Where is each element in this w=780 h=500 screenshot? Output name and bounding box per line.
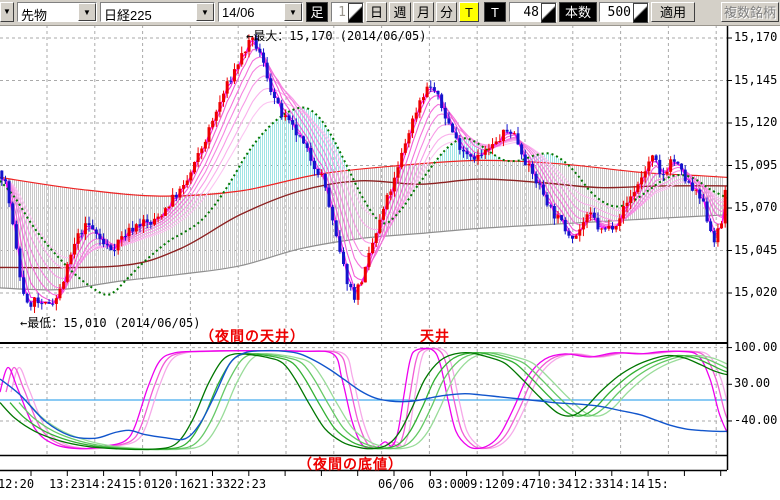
night-bottom-annotation: （夜間の底値） — [298, 454, 403, 474]
tick-count-label-button[interactable]: T — [484, 2, 506, 22]
bar-count-value: 500 — [600, 3, 633, 21]
ashi-label-button[interactable]: 足 — [306, 2, 328, 22]
min-price-annotation: ←最低：15,010 (2014/06/05) — [20, 314, 201, 331]
symbol-value: 日経225 — [101, 3, 196, 21]
contract-month-select[interactable]: 14/06 ▼ — [218, 2, 303, 22]
period-day-button[interactable]: 日 — [366, 2, 387, 22]
symbol-select[interactable]: 日経225 ▼ — [100, 2, 215, 22]
time-axis-label: 12:33 — [573, 477, 609, 491]
spinner-icon[interactable] — [633, 3, 648, 23]
contract-month-value: 14/06 — [219, 3, 284, 21]
chart-window: ▼ 先物 ▼ 日経225 ▼ 14/06 ▼ 足 1 日 週 月 分 T T 4… — [0, 0, 780, 500]
time-axis-label: 09:47 — [500, 477, 536, 491]
price-axis-label: 15,145 — [734, 73, 777, 87]
time-axis-label: 13:23 — [49, 477, 85, 491]
chevron-down-icon[interactable]: ▼ — [196, 3, 214, 21]
left-combo-arrow-button[interactable]: ▼ — [0, 2, 14, 22]
time-axis-label: 20:16 — [158, 477, 194, 491]
tick-count-stepper[interactable]: 48 — [509, 2, 557, 22]
time-axis-label: 15:01 — [122, 477, 158, 491]
toolbar: ▼ 先物 ▼ 日経225 ▼ 14/06 ▼ 足 1 日 週 月 分 T T 4… — [0, 0, 780, 26]
time-axis-label: 09:12 — [463, 477, 499, 491]
chevron-down-icon[interactable]: ▼ — [78, 3, 96, 21]
instrument-type-value: 先物 — [18, 3, 78, 21]
spinner-icon[interactable] — [541, 3, 556, 23]
tick-count-value: 48 — [510, 3, 541, 21]
interval-stepper[interactable]: 1 — [331, 2, 364, 22]
time-axis-label: 10:34 — [536, 477, 572, 491]
time-axis-label: 06/06 — [378, 477, 414, 491]
oscillator-axis-label: -40.00 — [734, 413, 777, 427]
oscillator-axis-label: 100.00 — [734, 340, 777, 354]
period-week-button[interactable]: 週 — [389, 2, 411, 22]
chart-canvas — [0, 0, 780, 500]
bar-count-label-button[interactable]: 本数 — [559, 2, 597, 22]
apply-button[interactable]: 適用 — [651, 2, 695, 22]
interval-value: 1 — [332, 3, 348, 21]
time-axis-label: 15: — [647, 477, 669, 491]
time-axis-label: 03:00 — [428, 477, 464, 491]
bar-count-stepper[interactable]: 500 — [599, 2, 649, 22]
time-axis-label: 14:24 — [85, 477, 121, 491]
instrument-type-select[interactable]: 先物 ▼ — [17, 2, 97, 22]
price-axis-label: 15,120 — [734, 115, 777, 129]
ceiling-annotation: 天井 — [420, 326, 450, 346]
chevron-down-icon: ▼ — [3, 8, 11, 16]
max-price-annotation: ←最大：15,170 (2014/06/05) — [246, 27, 427, 44]
night-ceiling-annotation: （夜間の天井） — [200, 326, 305, 346]
price-axis-label: 15,095 — [734, 158, 777, 172]
price-axis-label: 15,045 — [734, 243, 777, 257]
multi-symbol-button[interactable]: 複数銘柄 — [721, 2, 779, 22]
time-axis-label: 12:20 — [0, 477, 34, 491]
period-month-button[interactable]: 月 — [413, 2, 434, 22]
price-axis-label: 15,170 — [734, 30, 777, 44]
oscillator-axis-label: 30.00 — [734, 376, 770, 390]
tick-mode-button-active[interactable]: T — [459, 2, 479, 22]
price-axis-label: 15,070 — [734, 200, 777, 214]
price-axis-label: 15,020 — [734, 285, 777, 299]
chevron-down-icon[interactable]: ▼ — [284, 3, 302, 21]
period-minute-button[interactable]: 分 — [436, 2, 457, 22]
spinner-icon[interactable] — [348, 3, 363, 23]
time-axis-label: 14:14 — [609, 477, 645, 491]
time-axis-label: 21:33 — [194, 477, 230, 491]
time-axis-label: 22:23 — [230, 477, 266, 491]
